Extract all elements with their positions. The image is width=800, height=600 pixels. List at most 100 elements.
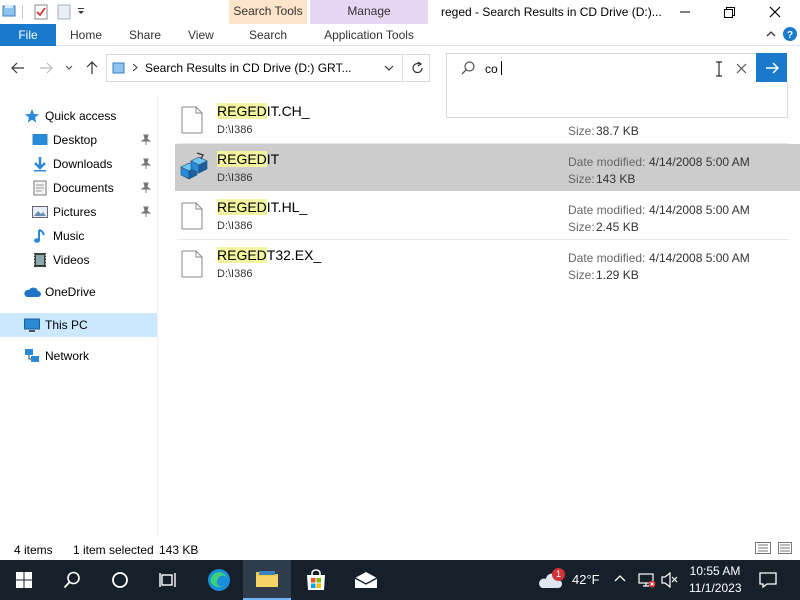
- size-label: Size:: [568, 220, 595, 234]
- tab-share[interactable]: Share: [129, 24, 161, 46]
- size-label: Size:: [568, 124, 595, 138]
- documents-icon: [33, 180, 47, 196]
- date-modified-label: Date modified:: [568, 251, 646, 265]
- search-go-button[interactable]: [756, 53, 787, 83]
- tab-file[interactable]: File: [0, 24, 56, 46]
- nav-item-downloads[interactable]: Downloads: [0, 152, 157, 176]
- date-modified-label: Date modified:: [568, 203, 646, 217]
- qat-dropdown-icon[interactable]: [76, 6, 86, 16]
- address-bar[interactable]: Search Results in CD Drive (D:) GRT...: [106, 54, 430, 82]
- address-dropdown-icon[interactable]: [384, 65, 394, 72]
- tab-view[interactable]: View: [188, 24, 214, 46]
- search-input[interactable]: [485, 60, 685, 78]
- clock-date[interactable]: 11/1/2023: [689, 581, 742, 595]
- selection-count: 1 item selected: [73, 543, 154, 557]
- refresh-icon[interactable]: [411, 61, 424, 75]
- edge-browser-icon[interactable]: [195, 560, 243, 600]
- pin-icon: [141, 134, 151, 146]
- navigation-pane: Quick access Desktop Downloads Documents…: [0, 96, 157, 536]
- context-tab-manage: Manage: [310, 0, 428, 24]
- music-icon: [33, 228, 47, 244]
- nav-label: Quick access: [45, 109, 117, 123]
- nav-item-music[interactable]: Music: [0, 224, 157, 248]
- cortana-icon[interactable]: [96, 560, 144, 600]
- text-caret: [501, 61, 502, 75]
- nav-item-documents[interactable]: Documents: [0, 176, 157, 200]
- file-path: D:\I386: [217, 124, 253, 136]
- match-highlight: REGED: [217, 199, 267, 215]
- regedit-icon: [177, 151, 211, 185]
- nav-item-videos[interactable]: Videos: [0, 248, 157, 272]
- svg-text:?: ?: [787, 30, 793, 41]
- pin-icon: [141, 158, 151, 170]
- date-modified-label: Date modified:: [568, 155, 646, 169]
- mail-icon[interactable]: [342, 560, 390, 600]
- details-view-icon[interactable]: [755, 542, 771, 554]
- file-explorer-taskbar-icon[interactable]: [243, 560, 291, 600]
- nav-onedrive[interactable]: OneDrive: [0, 280, 157, 304]
- pin-icon: [141, 182, 151, 194]
- start-button[interactable]: [0, 560, 48, 600]
- tab-search[interactable]: Search: [229, 24, 307, 46]
- item-count: 4 items: [14, 543, 53, 557]
- close-button[interactable]: [752, 0, 798, 24]
- file-name-rest: T32.EX_: [266, 247, 322, 263]
- tab-home[interactable]: Home: [70, 24, 102, 46]
- videos-icon: [33, 252, 47, 268]
- clear-search-icon[interactable]: [736, 63, 747, 74]
- size-label: Size:: [568, 268, 595, 282]
- tab-application-tools[interactable]: Application Tools: [310, 24, 428, 46]
- nav-label: Network: [45, 349, 90, 363]
- address-path: Search Results in CD Drive (D:) GRT...: [145, 61, 352, 75]
- nav-item-pictures[interactable]: Pictures: [0, 200, 157, 224]
- file-icon: [181, 250, 203, 278]
- date-modified: 4/14/2008 5:00 AM: [649, 155, 750, 169]
- taskbar: 1 42°F 10:55 AM 11/1/2023: [0, 560, 800, 600]
- pin-icon: [141, 206, 151, 218]
- file-icon: [181, 202, 203, 230]
- nav-quick-access[interactable]: Quick access: [0, 104, 157, 128]
- volume-muted-icon[interactable]: [661, 572, 679, 588]
- collapse-ribbon-icon[interactable]: [766, 29, 776, 39]
- properties-icon[interactable]: [34, 4, 48, 20]
- search-icon: [461, 61, 475, 75]
- recent-locations-button[interactable]: [62, 58, 76, 78]
- file-name-rest: IT.HL_: [266, 199, 308, 215]
- weather-temp[interactable]: 42°F: [572, 572, 600, 587]
- nav-network[interactable]: Network: [0, 344, 157, 368]
- store-icon[interactable]: [292, 560, 340, 600]
- search-box[interactable]: [446, 53, 760, 83]
- new-folder-icon[interactable]: [57, 4, 71, 20]
- notifications-icon[interactable]: [759, 571, 777, 589]
- date-modified: 4/14/2008 5:00 AM: [649, 251, 750, 265]
- up-button[interactable]: [82, 58, 102, 78]
- file-path: D:\I386: [217, 172, 253, 184]
- back-button[interactable]: [8, 58, 28, 78]
- clock-time[interactable]: 10:55 AM: [689, 564, 741, 578]
- explorer-icon: [2, 4, 16, 18]
- pane-divider: [157, 96, 158, 536]
- help-icon[interactable]: ?: [783, 27, 797, 41]
- tray-chevron-icon[interactable]: [614, 574, 626, 582]
- onedrive-cloud-icon: [23, 286, 41, 298]
- nav-this-pc[interactable]: This PC: [0, 313, 157, 337]
- list-item[interactable]: REGEDIT.HL_ D:\I386 Date modified: 4/14/…: [175, 192, 800, 239]
- network-icon: [24, 348, 40, 364]
- large-icons-view-icon[interactable]: [778, 542, 792, 554]
- network-tray-icon[interactable]: [638, 572, 656, 588]
- nav-item-desktop[interactable]: Desktop: [0, 128, 157, 152]
- task-view-icon[interactable]: [144, 560, 192, 600]
- file-name: REGEDIT.CH_: [217, 103, 310, 119]
- breadcrumb-chevron-icon[interactable]: [132, 63, 138, 72]
- nav-label: Desktop: [53, 133, 98, 147]
- list-item[interactable]: REGEDT32.EX_ D:\I386 Date modified: 4/14…: [175, 240, 800, 287]
- list-item-selected[interactable]: REGEDIT D:\I386 Date modified: 4/14/2008…: [175, 144, 800, 191]
- forward-button[interactable]: [36, 58, 56, 78]
- nav-label: Downloads: [53, 157, 113, 171]
- nav-label: Music: [53, 229, 85, 243]
- search-taskbar-icon[interactable]: [48, 560, 96, 600]
- minimize-button[interactable]: [662, 0, 708, 24]
- list-item[interactable]: REGEDIT.CH_ D:\I386 Size: 38.7 KB: [175, 96, 800, 143]
- nav-label: OneDrive: [45, 285, 96, 299]
- maximize-button[interactable]: [706, 0, 752, 24]
